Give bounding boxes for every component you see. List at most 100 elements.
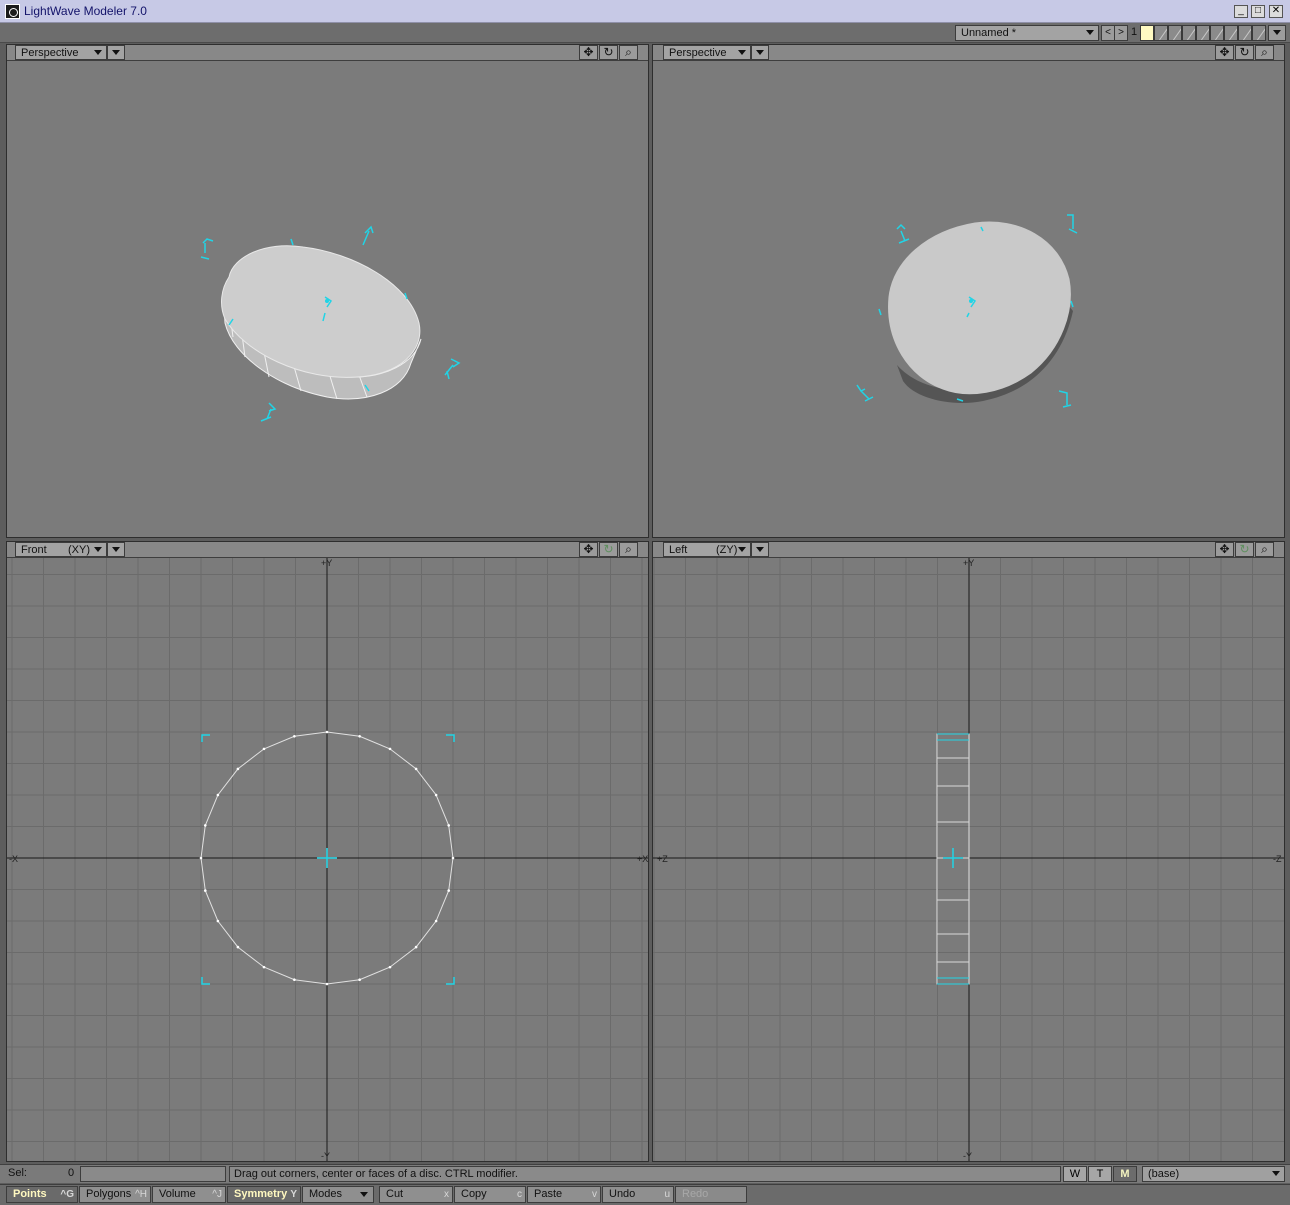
vertex-point xyxy=(199,856,203,860)
texture-toggle[interactable]: T xyxy=(1088,1166,1112,1182)
render-mode-selector[interactable] xyxy=(751,542,769,557)
polygons-mode-button[interactable]: Polygons ^H xyxy=(79,1186,151,1203)
chevron-down-icon xyxy=(112,547,120,552)
vertex-point xyxy=(262,965,266,969)
status-message: Drag out corners, center or faces of a d… xyxy=(229,1166,1061,1182)
viewport-canvas[interactable] xyxy=(653,61,1284,537)
material-toggle[interactable]: M xyxy=(1113,1166,1137,1182)
view-type-selector[interactable]: Perspective xyxy=(663,45,751,60)
viewport-bottom-left[interactable]: Front (XY) ✥ ↻ ⌕ +Y -Y -X +X xyxy=(6,541,649,1162)
chevron-down-icon xyxy=(360,1192,368,1197)
rotate-view-icon[interactable]: ↻ xyxy=(599,45,618,60)
layer-slot[interactable] xyxy=(1182,25,1196,41)
button-label: Paste xyxy=(534,1188,563,1200)
vertex-point xyxy=(216,793,220,797)
object-selector[interactable]: Unnamed * xyxy=(955,25,1099,41)
render-mode-selector[interactable] xyxy=(751,45,769,60)
vertex-point xyxy=(434,793,438,797)
symmetry-toggle-button[interactable]: Symmetry Y xyxy=(227,1186,301,1203)
viewport-bottom-right[interactable]: Left (ZY) ✥ ↻ ⌕ +Y -Y +Z -Z xyxy=(652,541,1285,1162)
vertex-point xyxy=(388,965,392,969)
layer-slot[interactable] xyxy=(1224,25,1238,41)
window-title: LightWave Modeler 7.0 xyxy=(24,4,147,18)
move-view-icon[interactable]: ✥ xyxy=(1215,542,1234,557)
move-view-icon[interactable]: ✥ xyxy=(579,45,598,60)
button-label: Points xyxy=(13,1188,47,1200)
vertex-point xyxy=(447,824,451,827)
next-object-button[interactable]: > xyxy=(1114,25,1128,41)
view-type-selector[interactable]: Perspective xyxy=(15,45,107,60)
chevron-down-icon xyxy=(112,50,120,55)
object-name: Unnamed * xyxy=(961,27,1017,39)
disc-mesh xyxy=(221,238,422,400)
layer-slot[interactable] xyxy=(1210,25,1224,41)
lightwave-app-icon[interactable] xyxy=(5,4,20,19)
viewport-top-left[interactable]: Perspective ✥ ↻ ⌕ xyxy=(6,44,649,538)
status-bar: Sel: 0 Drag out corners, center or faces… xyxy=(0,1164,1290,1183)
view-type-selector[interactable]: Left (ZY) xyxy=(663,542,751,557)
close-button[interactable]: ✕ xyxy=(1269,5,1283,18)
zoom-view-icon[interactable]: ⌕ xyxy=(619,542,638,557)
layer-slot[interactable] xyxy=(1168,25,1182,41)
modes-dropdown[interactable]: Modes xyxy=(302,1186,374,1203)
selection-label: Sel: xyxy=(8,1167,27,1179)
layer-slot[interactable] xyxy=(1238,25,1252,41)
axis-label: +X xyxy=(637,854,648,864)
cut-button[interactable]: Cut x xyxy=(379,1186,453,1203)
copy-button[interactable]: Copy c xyxy=(454,1186,526,1203)
minimize-button[interactable]: _ xyxy=(1234,5,1248,18)
shortcut-label: ^H xyxy=(135,1189,147,1200)
vertex-point xyxy=(358,978,361,982)
vertex-point xyxy=(293,734,296,738)
layer-slot[interactable] xyxy=(1196,25,1210,41)
wireframe-toggle[interactable]: W xyxy=(1063,1166,1087,1182)
render-mode-selector[interactable] xyxy=(107,542,125,557)
shortcut-label: ^G xyxy=(60,1189,74,1200)
button-label: Polygons xyxy=(86,1188,132,1200)
chevron-down-icon xyxy=(94,50,102,55)
center-crosshair xyxy=(317,848,337,868)
undo-button[interactable]: Undo u xyxy=(602,1186,674,1203)
rotate-view-icon[interactable]: ↻ xyxy=(1235,45,1254,60)
viewport-canvas[interactable] xyxy=(7,61,648,537)
axis-label: +Y xyxy=(963,558,974,568)
title-bar: LightWave Modeler 7.0 _ □ ✕ xyxy=(0,0,1290,23)
zoom-view-icon[interactable]: ⌕ xyxy=(619,45,638,60)
button-label: Symmetry xyxy=(234,1188,288,1200)
layer-menu-button[interactable] xyxy=(1268,25,1286,41)
view-type-label: Left xyxy=(669,544,688,556)
render-mode-selector[interactable] xyxy=(107,45,125,60)
layer-slot[interactable] xyxy=(1154,25,1168,41)
points-mode-button[interactable]: Points ^G xyxy=(6,1186,78,1203)
viewport-top-right[interactable]: Perspective ✥ ↻ ⌕ xyxy=(652,44,1285,538)
viewport-header: Left (ZY) ✥ ↻ ⌕ xyxy=(653,542,1284,558)
maximize-button[interactable]: □ xyxy=(1251,5,1265,18)
viewport-header: Perspective ✥ ↻ ⌕ xyxy=(653,45,1284,61)
view-type-label: Perspective xyxy=(669,47,727,59)
move-view-icon[interactable]: ✥ xyxy=(1215,45,1234,60)
vertex-point xyxy=(388,747,392,751)
view-type-selector[interactable]: Front (XY) xyxy=(15,542,107,557)
vertex-point xyxy=(358,734,361,738)
move-view-icon[interactable]: ✥ xyxy=(579,542,598,557)
layer-slot[interactable] xyxy=(1252,25,1266,41)
prev-object-button[interactable]: < xyxy=(1101,25,1115,41)
zoom-view-icon[interactable]: ⌕ xyxy=(1255,45,1274,60)
button-label: Undo xyxy=(609,1188,636,1200)
axis-label: -X xyxy=(9,854,18,864)
chevron-down-icon xyxy=(738,547,746,552)
paste-button[interactable]: Paste v xyxy=(527,1186,601,1203)
shortcut-label: v xyxy=(592,1189,597,1200)
volume-mode-button[interactable]: Volume ^J xyxy=(152,1186,226,1203)
rotate-view-icon: ↻ xyxy=(599,542,618,557)
vertex-point xyxy=(203,889,207,892)
chevron-down-icon xyxy=(1272,1171,1280,1176)
viewport-canvas[interactable]: +Y -Y -X +X xyxy=(7,558,648,1161)
viewport-canvas[interactable]: +Y -Y +Z -Z xyxy=(653,558,1284,1161)
zoom-view-icon[interactable]: ⌕ xyxy=(1255,542,1274,557)
layer-selector[interactable]: (base) xyxy=(1142,1166,1285,1182)
layer-slot[interactable] xyxy=(1140,25,1154,41)
layer-name: (base) xyxy=(1148,1168,1180,1180)
numeric-field xyxy=(80,1166,226,1182)
shortcut-label: u xyxy=(664,1189,670,1200)
